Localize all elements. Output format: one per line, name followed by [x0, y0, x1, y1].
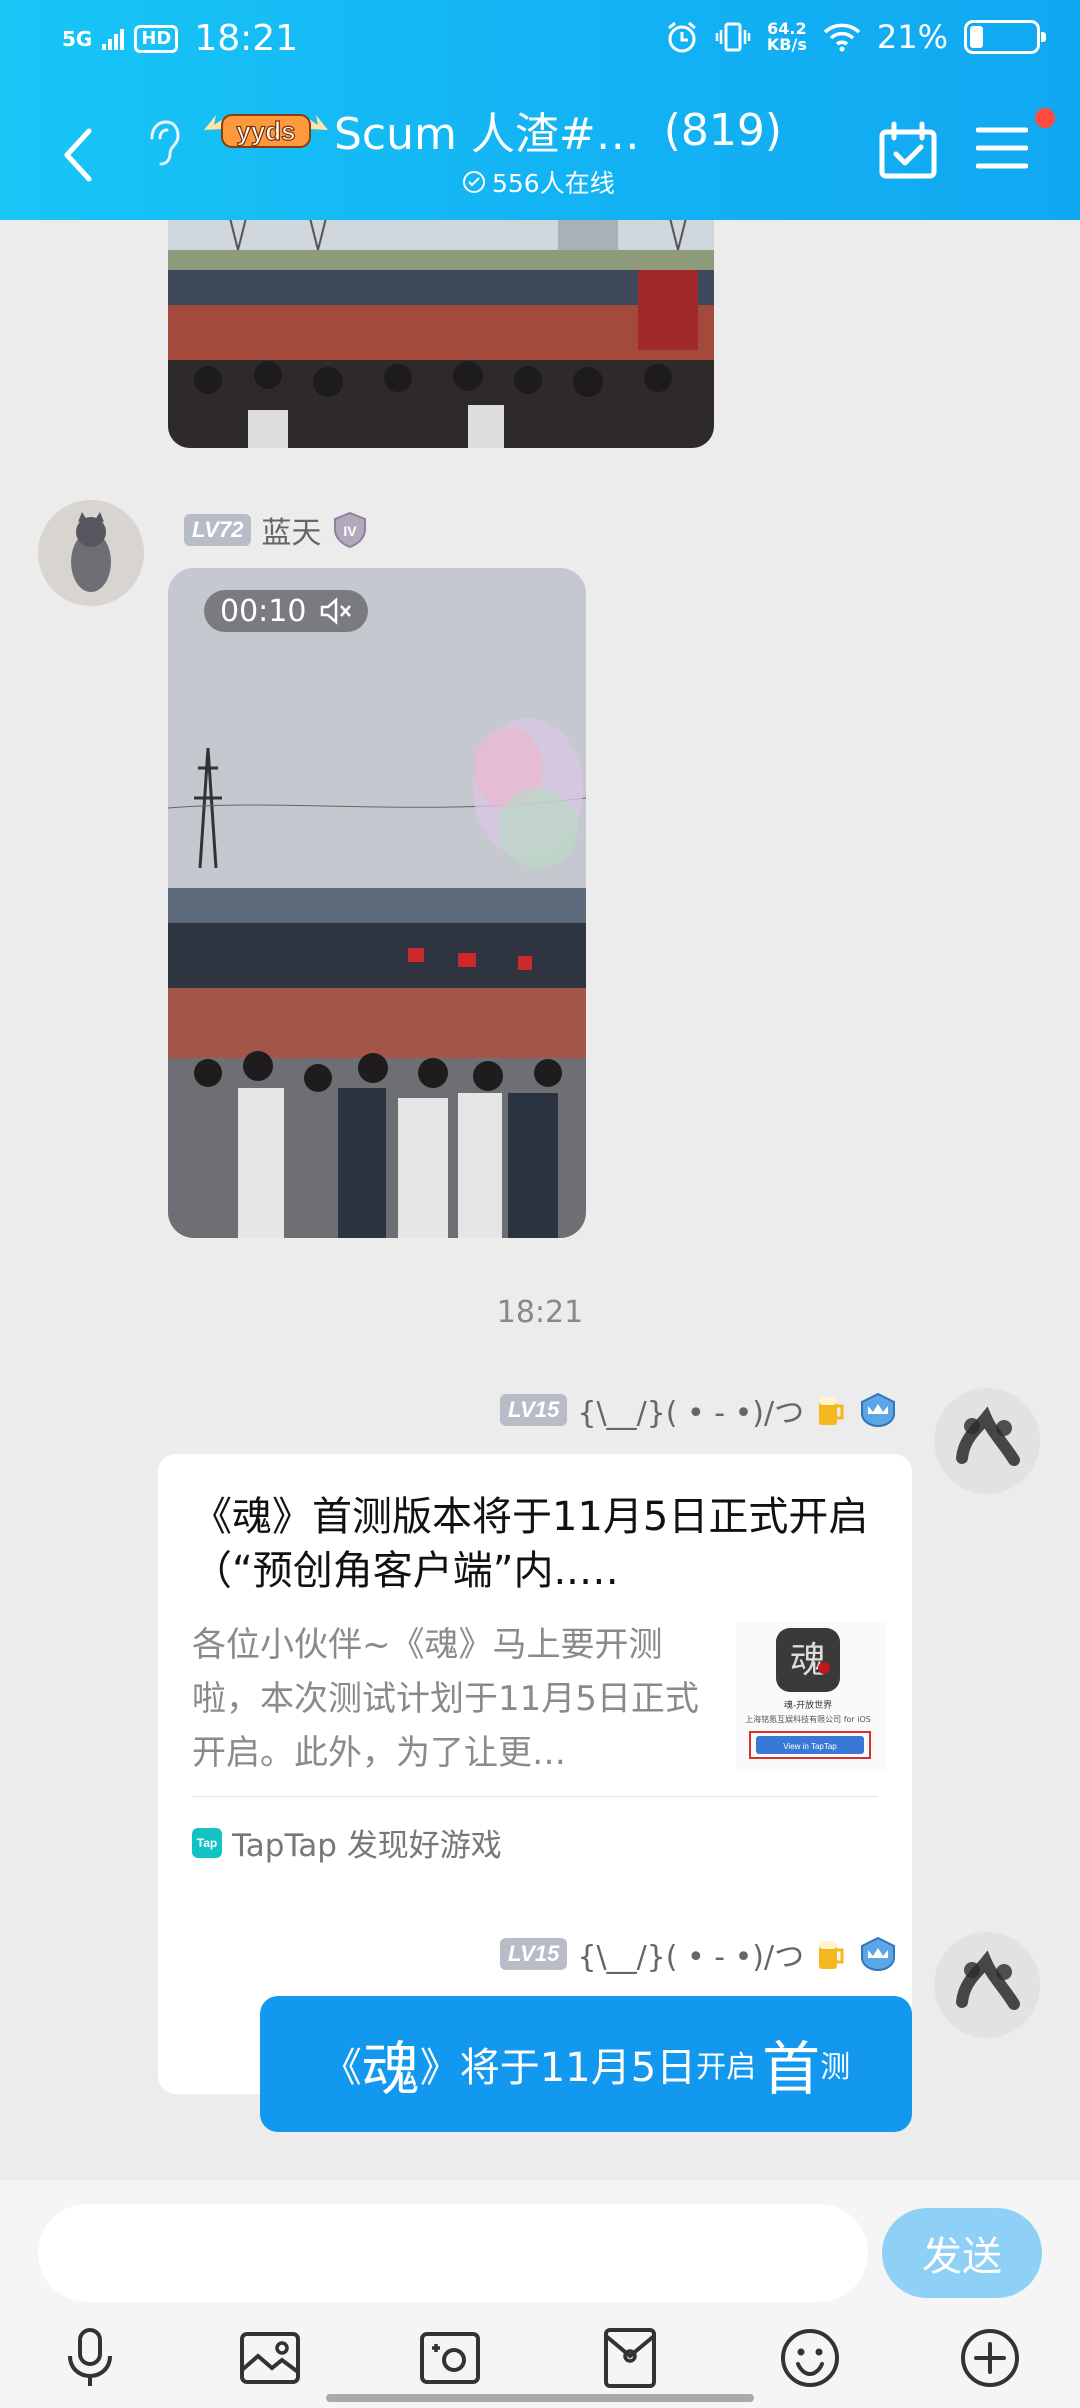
plus-icon [961, 2329, 1019, 2387]
yyds-badge-icon: yyds [204, 114, 328, 148]
ear-icon[interactable] [142, 116, 182, 172]
back-button[interactable] [48, 120, 108, 190]
video-duration: 00:10 [204, 590, 369, 632]
online-count: 556人在线 [462, 164, 615, 200]
mic-icon [68, 2328, 112, 2386]
taptap-logo-icon: Tap [192, 1827, 222, 1858]
member-count: (819) [663, 104, 783, 156]
sender-info: LV72 蓝天 IV [184, 508, 369, 552]
calendar-check-icon[interactable] [878, 120, 938, 182]
sender-info: LV15 {\__/}( • - •)/つ [500, 1388, 898, 1432]
level-badge: LV15 [500, 1394, 568, 1426]
battery-percent: 21% [876, 18, 948, 56]
sender-avatar[interactable] [38, 500, 144, 606]
camera-button[interactable] [414, 2322, 486, 2394]
rank-crown-icon [861, 1936, 896, 1972]
vibrate-icon [715, 22, 751, 52]
sender-name[interactable]: 蓝天 [261, 508, 321, 552]
svg-text:魂-开放世界: 魂-开放世界 [784, 1699, 832, 1711]
more-button[interactable] [954, 2322, 1026, 2394]
network-indicator: 5G [62, 26, 93, 51]
photo-message[interactable] [168, 220, 714, 448]
input-bar: 发送 [0, 2180, 1080, 2408]
image-icon [240, 2332, 300, 2384]
notification-dot [1035, 108, 1055, 128]
emoji-button[interactable] [774, 2322, 846, 2394]
message-input[interactable] [38, 2204, 868, 2302]
card-description: 各位小伙伴~《魂》马上要开测啦，本次测试计划于11月5日正式开启。此外，为了让更… [192, 1625, 699, 1773]
level-badge: LV15 [500, 1938, 568, 1970]
status-bar: 5G HD 18:21 64.2 KB/s 21% [0, 0, 1080, 80]
signal-icon [102, 28, 125, 50]
chat-header: 5G HD 18:21 64.2 KB/s 21% yyds Scum 人渣#…… [0, 0, 1080, 220]
card-title: 《魂》首测版本将于11月5日正式开启（“预创角客户端”内..… [192, 1494, 869, 1594]
text-message-bubble[interactable]: 《魂》将于11月5日 开启首测 [260, 1996, 912, 2132]
svg-text:魂: 魂 [790, 1640, 826, 1681]
card-divider [192, 1796, 878, 1797]
mute-icon[interactable] [320, 597, 352, 625]
self-avatar[interactable] [934, 1932, 1040, 2038]
rank-crown-icon [861, 1392, 896, 1428]
rank-shield-icon: IV [334, 511, 367, 549]
red-packet-button[interactable] [594, 2322, 666, 2394]
hd-badge: HD [134, 24, 179, 53]
home-indicator[interactable] [326, 2394, 754, 2402]
beer-icon [819, 1397, 844, 1425]
emoji-icon [781, 2329, 839, 2387]
sender-name[interactable]: {\__/}( • - •)/つ [577, 1932, 804, 1976]
group-title[interactable]: yyds Scum 人渣#… (819) [200, 100, 800, 160]
battery-icon [964, 20, 1046, 54]
image-button[interactable] [234, 2322, 306, 2394]
menu-icon[interactable] [976, 126, 1028, 170]
beer-icon [819, 1941, 844, 1969]
card-source: Tap TapTap 发现好游戏 [192, 1820, 502, 1865]
red-packet-icon [604, 2328, 656, 2388]
chevron-left-icon [64, 128, 92, 182]
svg-text:IV: IV [344, 523, 358, 539]
self-avatar[interactable] [934, 1388, 1040, 1494]
nav-bar: yyds Scum 人渣#… (819) 556人在线 [0, 90, 1080, 220]
alarm-icon [667, 21, 696, 53]
status-time: 18:21 [194, 18, 299, 59]
video-thumbnail [168, 568, 586, 1238]
svg-text:View in TapTap: View in TapTap [783, 1742, 837, 1751]
card-thumbnail: 魂 魂-开放世界 上海铭氪互娱科技有限公司 for iOS View in Ta… [736, 1622, 886, 1772]
message-timestamp: 18:21 [496, 1295, 584, 1330]
network-speed: 64.2 KB/s [766, 19, 807, 54]
sender-name[interactable]: {\__/}( • - •)/つ [577, 1388, 804, 1432]
sender-info: LV15 {\__/}( • - •)/つ [500, 1932, 898, 1976]
camera-icon [420, 2332, 480, 2384]
svg-text:上海铭氪互娱科技有限公司 for iOS: 上海铭氪互娱科技有限公司 for iOS [745, 1714, 871, 1724]
svg-text:yyds: yyds [236, 116, 295, 146]
check-circle-icon [463, 171, 485, 193]
level-badge: LV72 [184, 514, 252, 546]
group-name: Scum 人渣#… [334, 109, 640, 160]
stadium-photo [168, 220, 714, 448]
send-button[interactable]: 发送 [882, 2208, 1042, 2298]
mic-button[interactable] [54, 2322, 126, 2394]
video-message[interactable]: 00:10 [168, 568, 586, 1238]
wifi-icon [823, 23, 861, 52]
message-list[interactable]: LV72 蓝天 IV 00:10 18:21 LV15 {\__/}(• - … [0, 220, 1080, 2180]
